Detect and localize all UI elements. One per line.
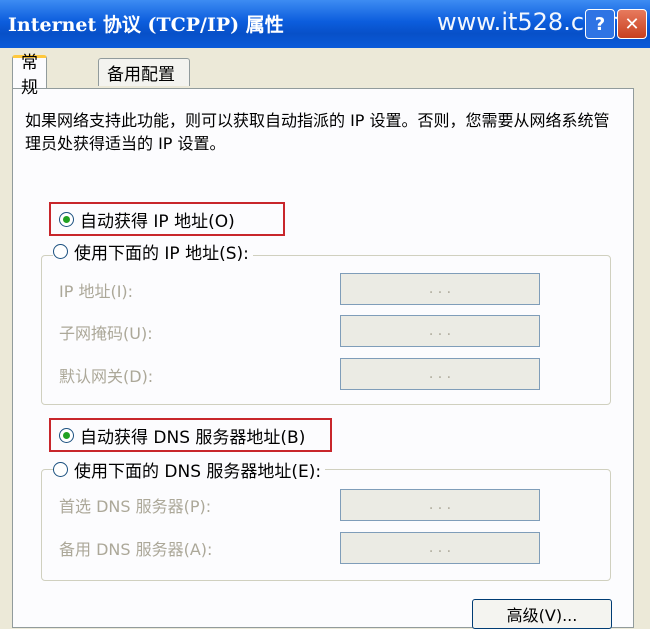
default-gateway-value: . . . (428, 366, 452, 382)
intro-text: 如果网络支持此功能，则可以获取自动指派的 IP 设置。否则，您需要从网络系统管理… (25, 111, 610, 153)
default-gateway-input[interactable]: . . . (340, 358, 540, 390)
radio-checked-icon (59, 212, 74, 227)
close-icon: ✕ (624, 13, 640, 35)
help-button[interactable]: ? (585, 9, 615, 39)
ip-address-value: . . . (428, 281, 452, 297)
manual-dns-radio[interactable]: 使用下面的 DNS 服务器地址(E): (53, 457, 326, 482)
radio-unchecked-icon (53, 244, 68, 259)
alternate-dns-value: . . . (428, 540, 452, 556)
tab-label: 备用配置 (107, 65, 175, 85)
subnet-mask-value: . . . (428, 323, 452, 339)
auto-ip-label: 自动获得 IP 地址(O) (80, 212, 235, 232)
tab-label: 常规 (21, 53, 38, 98)
tab-alternate-config[interactable]: 备用配置 (98, 58, 190, 86)
help-icon: ? (594, 13, 606, 35)
close-button[interactable]: ✕ (617, 9, 647, 39)
advanced-button[interactable]: 高级(V)... (472, 599, 612, 629)
ip-address-input[interactable]: . . . (340, 273, 540, 305)
preferred-dns-value: . . . (428, 497, 452, 513)
manual-ip-radio[interactable]: 使用下面的 IP 地址(S): (53, 239, 253, 264)
manual-dns-label: 使用下面的 DNS 服务器地址(E): (74, 462, 322, 482)
auto-dns-label: 自动获得 DNS 服务器地址(B) (80, 428, 306, 448)
general-panel: 如果网络支持此功能，则可以获取自动指派的 IP 设置。否则，您需要从网络系统管理… (12, 88, 634, 629)
radio-checked-icon (59, 428, 74, 443)
manual-ip-label: 使用下面的 IP 地址(S): (74, 244, 249, 264)
auto-ip-radio[interactable]: 自动获得 IP 地址(O) (59, 207, 235, 232)
radio-unchecked-icon (53, 462, 68, 477)
alternate-dns-label: 备用 DNS 服务器(A): (59, 540, 213, 559)
preferred-dns-input[interactable]: . . . (340, 489, 540, 521)
window-title: Internet 协议 (TCP/IP) 属性 (8, 14, 284, 36)
auto-dns-radio[interactable]: 自动获得 DNS 服务器地址(B) (59, 423, 305, 448)
subnet-mask-label: 子网掩码(U): (59, 324, 153, 343)
preferred-dns-label: 首选 DNS 服务器(P): (59, 497, 212, 516)
ip-address-label: IP 地址(I): (59, 282, 134, 301)
default-gateway-label: 默认网关(D): (59, 367, 154, 386)
tab-general[interactable]: 常规 (12, 53, 47, 98)
subnet-mask-input[interactable]: . . . (340, 315, 540, 347)
alternate-dns-input[interactable]: . . . (340, 532, 540, 564)
advanced-button-label: 高级(V)... (506, 606, 578, 625)
title-bar[interactable]: Internet 协议 (TCP/IP) 属性 www.it528.com ? … (0, 0, 650, 48)
dns-groupbox (41, 469, 611, 581)
